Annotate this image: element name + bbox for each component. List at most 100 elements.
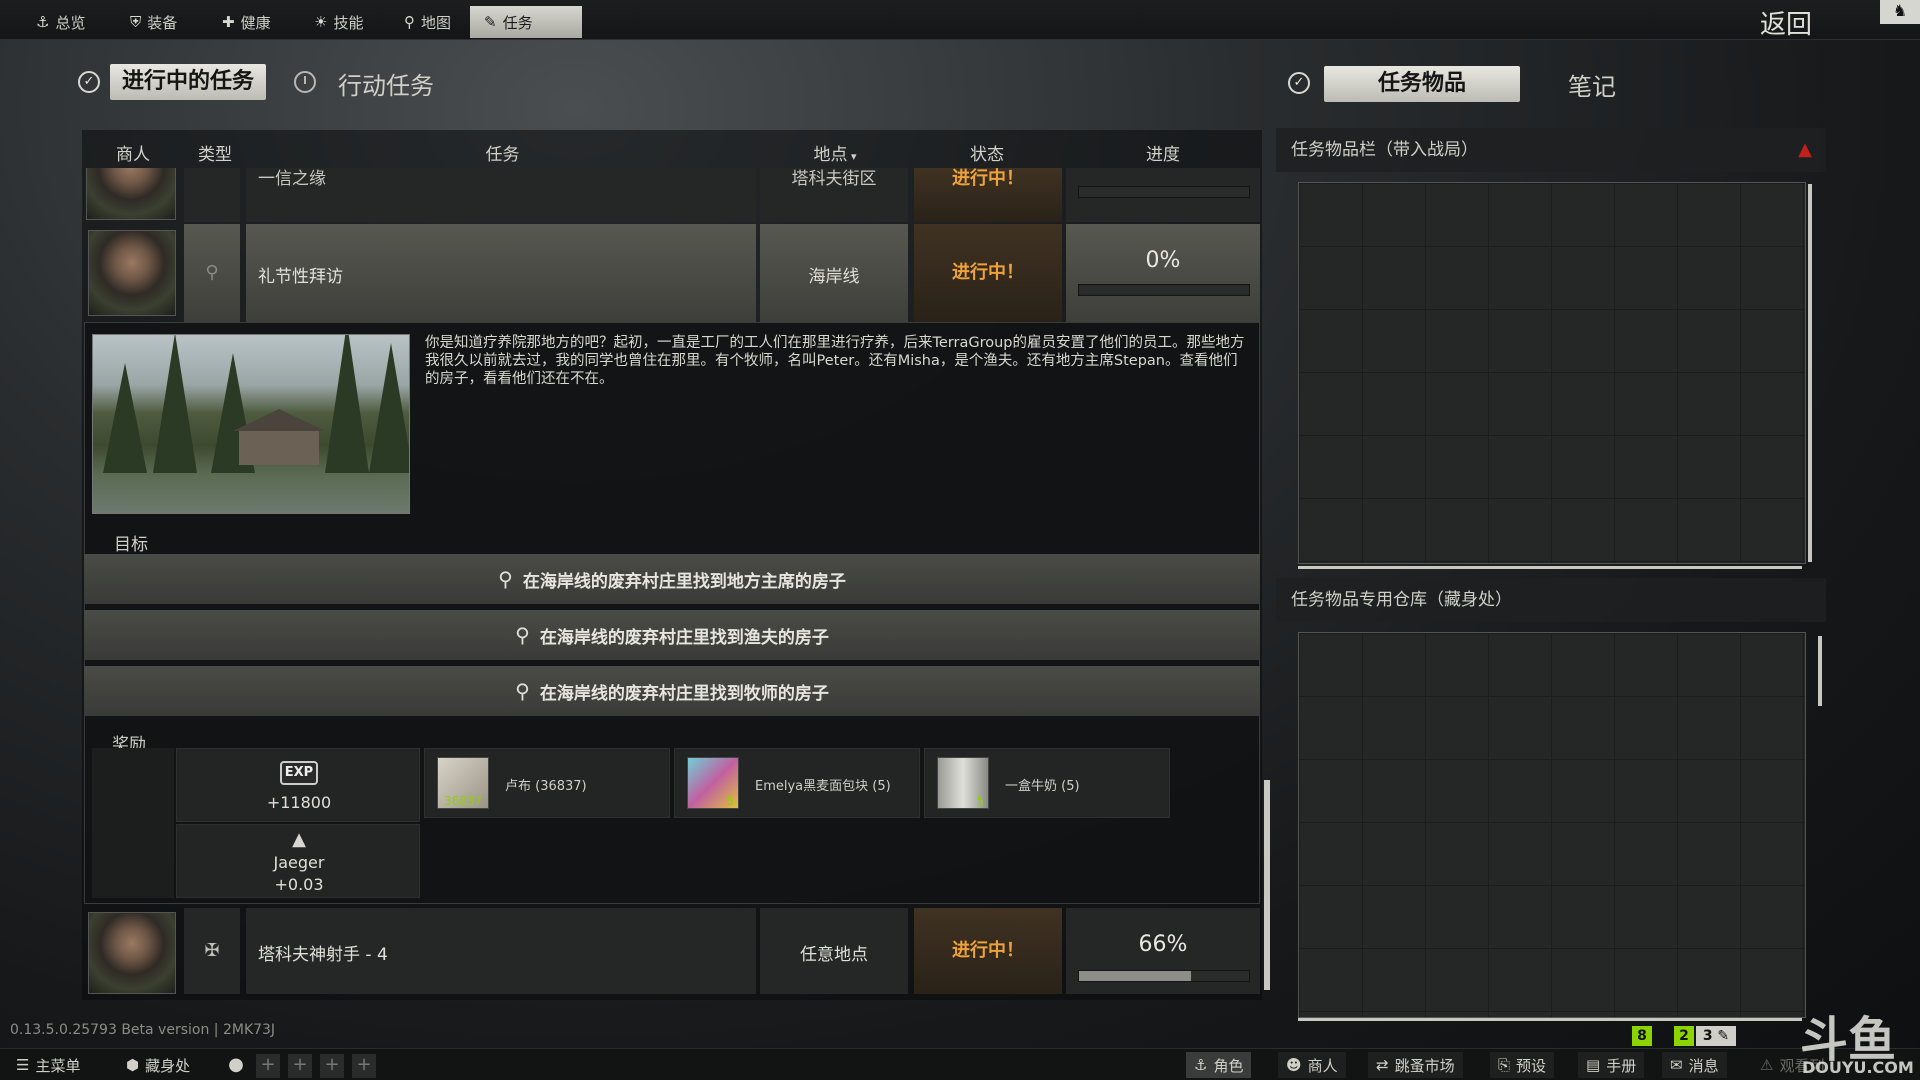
tab-gear[interactable]: ⛨ 装备 xyxy=(116,6,191,38)
message-icon: ✉ xyxy=(1670,1056,1683,1074)
list-scrollbar[interactable] xyxy=(1264,780,1270,990)
quest-name-cell: 塔科夫神射手 - 4 xyxy=(246,908,756,994)
table-row[interactable]: ✠ 塔科夫神射手 - 4 任意地点 进行中！ 66% xyxy=(84,908,1260,994)
menu-icon: ☰ xyxy=(16,1056,30,1074)
tab-health[interactable]: ✚ 健康 xyxy=(208,6,285,38)
traders-button[interactable]: ☻ 商人 xyxy=(1278,1052,1346,1078)
search-icon: ⚲ xyxy=(498,567,513,591)
progress-bar xyxy=(1078,970,1250,982)
table-row-selected[interactable]: ⚲ 礼节性拜访 海岸线 进行中！ 0% xyxy=(84,224,1260,322)
hideout-icon: ⬢ xyxy=(126,1056,140,1074)
reward-item[interactable]: 5 一盒牛奶 (5) xyxy=(924,748,1170,818)
main-menu-button[interactable]: ☰ 主菜单 xyxy=(8,1052,88,1078)
tab-notes[interactable]: 笔记 xyxy=(1568,67,1616,102)
kill-type-icon: ✠ xyxy=(184,908,240,994)
status-badge: 进行中！ xyxy=(914,168,1062,222)
avatar xyxy=(88,912,176,994)
quest-name-cell: 一信之缘 xyxy=(246,168,756,222)
traders-icon: ☻ xyxy=(1286,1056,1302,1074)
tab-quest-items[interactable]: 任务物品 xyxy=(1324,66,1520,102)
handbook-button[interactable]: ▤ 手册 xyxy=(1578,1052,1645,1078)
milk-icon: 5 xyxy=(937,757,989,809)
quest-description: 你是知道疗养院那地方的吧？起初，一直是工厂的工人们在那里进行疗养，后来Terra… xyxy=(425,335,1245,387)
badge-count: 2 xyxy=(1674,1026,1694,1046)
back-button[interactable]: 返回 xyxy=(1760,4,1812,41)
search-icon: ⚲ xyxy=(515,679,530,703)
exchange-icon: ⇄ xyxy=(1376,1056,1389,1074)
anchor-icon: ⚓ xyxy=(36,13,50,31)
storage-vertical-scrollbar[interactable] xyxy=(1818,636,1822,706)
avatar xyxy=(88,230,176,316)
add-slot-button[interactable]: + xyxy=(288,1054,312,1078)
add-slot-button[interactable]: + xyxy=(256,1054,280,1078)
col-type[interactable]: 类型 xyxy=(182,140,248,165)
tab-skills[interactable]: ☀ 技能 xyxy=(300,6,377,38)
preset-icon: ⎘ xyxy=(1498,1056,1511,1074)
col-location[interactable]: 地点 ▾ xyxy=(760,140,910,165)
table-row[interactable]: 一信之缘 塔科夫街区 进行中！ xyxy=(84,168,1260,222)
health-icon: ✚ xyxy=(222,13,235,31)
tab-active-quests[interactable]: 进行中的任务 xyxy=(110,64,267,100)
reward-reputation: ▲ Jaeger +0.03 xyxy=(176,824,420,898)
profile-icon[interactable]: ● xyxy=(224,1054,248,1078)
location-cell: 任意地点 xyxy=(760,908,908,994)
tab-map[interactable]: ⚲ 地图 xyxy=(390,6,465,38)
roubles-icon: 36837 xyxy=(437,757,489,809)
hideout-button[interactable]: ⬢ 藏身处 xyxy=(118,1052,198,1078)
tab-tasks[interactable]: ✎ 任务 xyxy=(470,6,582,38)
tab-overview[interactable]: ⚓ 总览 xyxy=(22,6,99,38)
stash-scrollbar[interactable] xyxy=(1298,566,1802,569)
objective-item[interactable]: ⚲ 在海岸线的废弃村庄里找到牧师的房子 xyxy=(84,666,1260,716)
check-icon: ✓ xyxy=(78,71,100,93)
quest-storage-header: 任务物品专用仓库（藏身处） xyxy=(1276,578,1826,622)
rewards-spacer xyxy=(92,748,174,898)
anchor-icon: ⚓ xyxy=(1194,1056,1208,1074)
col-quest[interactable]: 任务 xyxy=(250,140,755,165)
check-icon: ✓ xyxy=(1288,72,1310,94)
bread-icon: 5 xyxy=(687,757,739,809)
skills-icon: ☀ xyxy=(314,13,328,31)
top-nav-bar xyxy=(0,0,1920,40)
tab-operation-tasks[interactable]: 行动任务 xyxy=(338,66,434,101)
douyu-watermark-url: DOUYU.COM xyxy=(1802,1058,1914,1077)
badge-count: 3 ✎ xyxy=(1696,1026,1736,1046)
warning-icon: ▲ xyxy=(1798,139,1812,160)
character-button[interactable]: ⚓ 角色 xyxy=(1186,1052,1252,1078)
reward-item[interactable]: 5 Emelya黑麦面包块 (5) xyxy=(674,748,920,818)
quest-stash-header: 任务物品栏（带入战局） ▲ xyxy=(1276,128,1826,172)
clock-icon xyxy=(294,71,316,93)
quest-location-image xyxy=(92,334,410,514)
add-slot-button[interactable]: + xyxy=(320,1054,344,1078)
quest-stash-grid[interactable] xyxy=(1298,182,1806,564)
badge-count: 8 xyxy=(1632,1026,1652,1046)
progress-cell xyxy=(1066,168,1260,222)
reputation-icon: ▲ xyxy=(292,829,306,850)
presets-button[interactable]: ⎘ 预设 xyxy=(1490,1052,1555,1078)
avatar xyxy=(86,168,176,220)
gear-icon: ⛨ xyxy=(130,13,142,31)
objectives-label: 目标 xyxy=(114,535,148,555)
version-label: 0.13.5.0.25793 Beta version | 2MK73J xyxy=(10,1022,276,1038)
map-pin-icon: ⚲ xyxy=(404,13,415,31)
add-slot-button[interactable]: + xyxy=(352,1054,376,1078)
flea-market-button[interactable]: ⇄ 跳蚤市场 xyxy=(1368,1052,1463,1078)
storage-scrollbar[interactable] xyxy=(1298,1018,1802,1021)
tasks-icon: ✎ xyxy=(484,13,497,31)
explore-type-icon: ⚲ xyxy=(184,224,240,322)
exp-icon: EXP xyxy=(280,761,318,785)
messages-button[interactable]: ✉ 消息 xyxy=(1662,1052,1727,1078)
col-trader[interactable]: 商人 xyxy=(100,140,166,165)
quest-storage-grid[interactable] xyxy=(1298,632,1806,1018)
col-status[interactable]: 状态 xyxy=(912,140,1062,165)
character-icon[interactable]: ♞ xyxy=(1880,0,1920,24)
stash-vertical-scrollbar[interactable] xyxy=(1808,184,1812,562)
progress-cell: 66% xyxy=(1066,908,1260,994)
col-progress[interactable]: 进度 xyxy=(1065,140,1261,165)
reward-item[interactable]: 36837 卢布 (36837) xyxy=(424,748,670,818)
status-badge: 进行中！ xyxy=(914,224,1062,322)
handbook-icon: ▤ xyxy=(1586,1056,1601,1074)
objective-item[interactable]: ⚲ 在海岸线的废弃村庄里找到渔夫的房子 xyxy=(84,610,1260,660)
warning-icon: ⚠ xyxy=(1760,1056,1774,1074)
objective-item[interactable]: ⚲ 在海岸线的废弃村庄里找到地方主席的房子 xyxy=(84,554,1260,604)
status-badge: 进行中！ xyxy=(914,908,1062,994)
